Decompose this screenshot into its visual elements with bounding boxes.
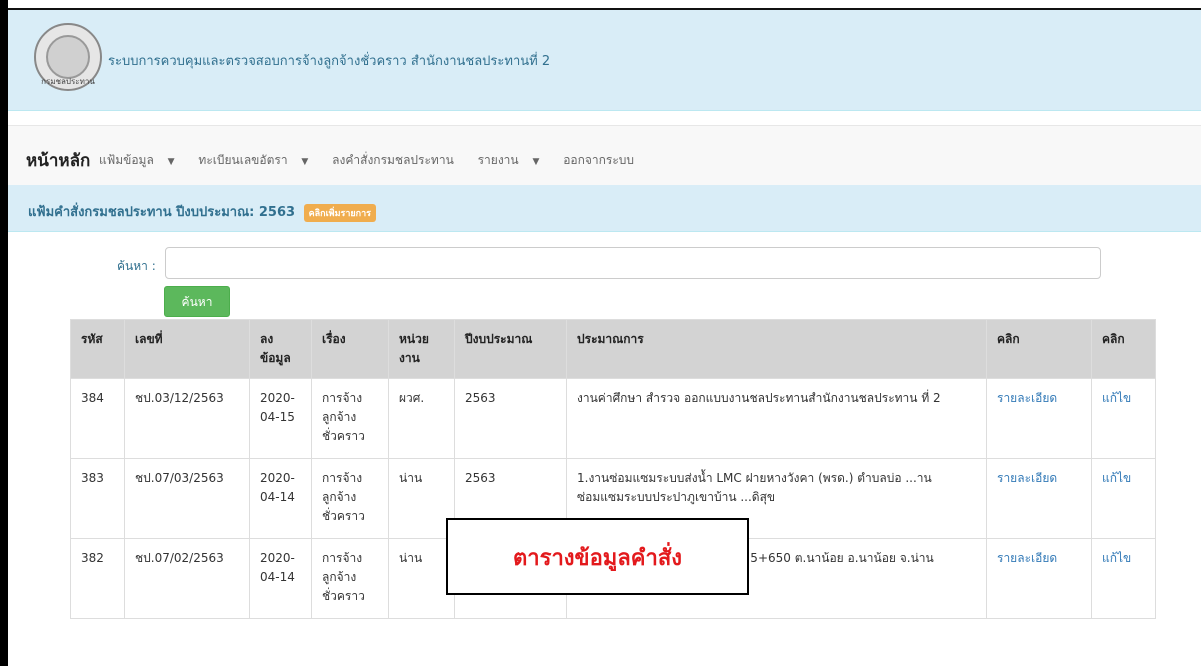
logo-text: กรมชลประทาน [41,77,95,86]
site-title: ระบบการควบคุมและตรวจสอบการจ้างลูกจ้างชั่… [108,54,551,69]
table-row: 384 ชป.03/12/2563 2020-04-15 การจ้างลูกจ… [70,378,1156,459]
cell-unit: น่าน [388,458,455,539]
department-logo: กรมชลประทาน [34,23,102,91]
cell-unit: ผวศ. [388,378,455,459]
frame-left-border [0,0,8,666]
cell-edit: แก้ไข [1091,538,1156,619]
detail-link[interactable]: รายละเอียด [997,471,1057,485]
cell-edit: แก้ไข [1091,458,1156,539]
detail-link[interactable]: รายละเอียด [997,551,1057,565]
nav-item-rate-register[interactable]: ทะเบียนเลขอัตรา ▼ [198,153,318,167]
nav-item-label: ทะเบียนเลขอัตรา [198,153,288,167]
annotation-text: ตารางข้อมูลคำสั่ง [512,546,683,571]
add-item-badge[interactable]: คลิกเพิ่มรายการ [303,203,377,222]
cell-number: ชป.07/03/2563 [124,458,250,539]
cell-year: 2563 [454,378,567,459]
table-header-row: รหัส เลขที่ ลงข้อมูล เรื่อง หน่วยงาน ปีง… [70,319,1156,379]
caret-down-icon: ▼ [301,157,309,167]
column-header-year[interactable]: ปีงบประมาณ [454,319,567,379]
cell-id: 384 [70,378,125,459]
cell-subject: การจ้างลูกจ้างชั่วคราว [311,538,389,619]
nav-item-label: ออกจากระบบ [563,153,635,167]
cell-detail: รายละเอียด [986,378,1092,459]
nav-home-link[interactable]: หน้าหลัก [26,147,90,174]
edit-link[interactable]: แก้ไข [1102,391,1131,405]
column-header-estimate[interactable]: ประมาณการ [566,319,987,379]
panel-title: แฟ้มคำสั่งกรมชลประทาน ปีงบประมาณ: 2563 ค… [28,201,377,222]
nav-item-reports[interactable]: รายงาน ▼ [478,153,550,167]
cell-detail: รายละเอียด [986,538,1092,619]
nav-item-logout[interactable]: ออกจากระบบ [563,153,644,167]
nav-item-label: ลงคำสั่งกรมชลประทาน [332,153,454,167]
column-header-detail: คลิก [986,319,1092,379]
caret-down-icon: ▼ [532,157,540,167]
nav-item-data-files[interactable]: แฟ้มข้อมูล ▼ [99,153,185,167]
nav-item-record-orders[interactable]: ลงคำสั่งกรมชลประทาน [332,153,464,167]
cell-unit: น่าน [388,538,455,619]
cell-id: 382 [70,538,125,619]
cell-estimate: งานค่าศึกษา สำรวจ ออกแบบงานชลประทานสำนัก… [566,378,987,459]
cell-number: ชป.07/02/2563 [124,538,250,619]
cell-subject: การจ้างลูกจ้างชั่วคราว [311,378,389,459]
search-input[interactable] [165,247,1101,279]
site-header: กรมชลประทาน ระบบการควบคุมและตรวจสอบการจ้… [8,10,1201,111]
cell-id: 383 [70,458,125,539]
detail-link[interactable]: รายละเอียด [997,391,1057,405]
column-header-edit: คลิก [1091,319,1156,379]
cell-number: ชป.03/12/2563 [124,378,250,459]
edit-link[interactable]: แก้ไข [1102,551,1131,565]
logo-emblem-icon [46,35,90,79]
cell-date: 2020-04-14 [249,458,312,539]
cell-date: 2020-04-14 [249,538,312,619]
nav-item-label: รายงาน [477,153,519,167]
frame-top [0,0,1201,8]
cell-subject: การจ้างลูกจ้างชั่วคราว [311,458,389,539]
column-header-unit[interactable]: หน่วยงาน [388,319,455,379]
panel-title-text: แฟ้มคำสั่งกรมชลประทาน ปีงบประมาณ: 2563 [28,205,296,220]
navbar: หน้าหลัก แฟ้มข้อมูล ▼ ทะเบียนเลขอัตรา ▼ … [8,125,1201,187]
cell-edit: แก้ไข [1091,378,1156,459]
column-header-subject[interactable]: เรื่อง [311,319,389,379]
column-header-id[interactable]: รหัส [70,319,125,379]
panel-heading: แฟ้มคำสั่งกรมชลประทาน ปีงบประมาณ: 2563 ค… [8,185,1201,232]
cell-date: 2020-04-15 [249,378,312,459]
cell-detail: รายละเอียด [986,458,1092,539]
annotation-callout: ตารางข้อมูลคำสั่ง [446,518,749,595]
column-header-date[interactable]: ลงข้อมูล [249,319,312,379]
nav-menu: แฟ้มข้อมูล ▼ ทะเบียนเลขอัตรา ▼ ลงคำสั่งก… [99,151,654,170]
search-button[interactable]: ค้นหา [164,286,230,317]
nav-item-label: แฟ้มข้อมูล [99,153,154,167]
search-label: ค้นหา : [117,259,156,273]
edit-link[interactable]: แก้ไข [1102,471,1131,485]
column-header-number[interactable]: เลขที่ [124,319,250,379]
caret-down-icon: ▼ [167,157,175,167]
